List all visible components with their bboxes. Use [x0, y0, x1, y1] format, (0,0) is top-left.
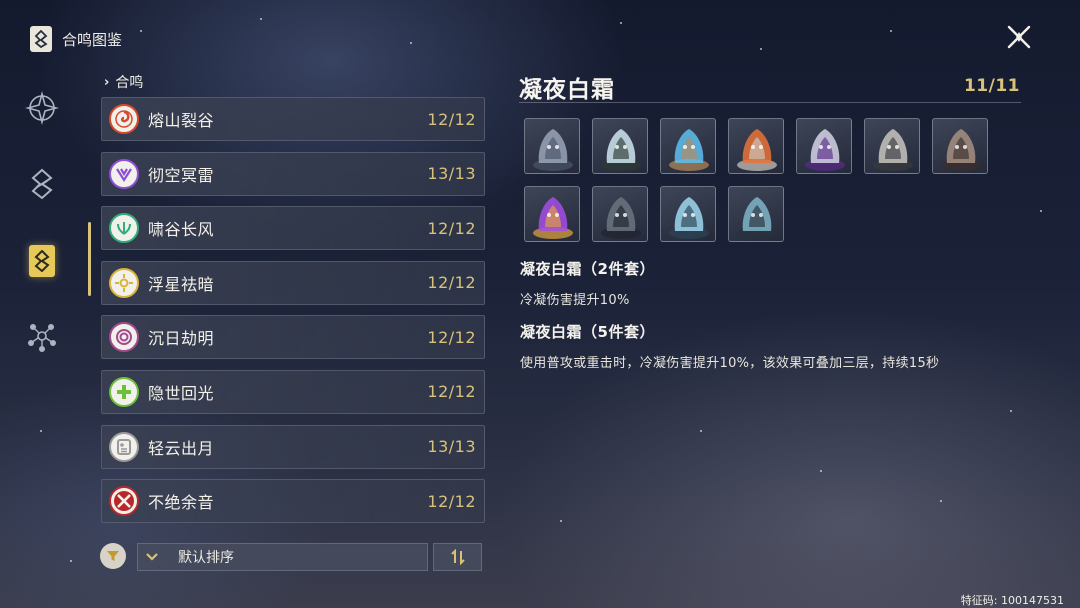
sort-select-label: 默认排序 [178, 550, 234, 566]
set-count: 12/12 [427, 218, 476, 238]
sort-select[interactable]: 默认排序 [137, 543, 428, 571]
effect-text: 使用普攻或重击时，冷凝伤害提升10%，该效果可叠加三层，持续15秒 [520, 356, 940, 371]
set-name: 啸谷长风 [148, 220, 215, 240]
horned-owl-echo-icon [941, 129, 981, 171]
frost-dragon-echo-icon [669, 197, 709, 239]
echo-slot[interactable] [728, 186, 784, 242]
echo-slot[interactable] [864, 118, 920, 174]
sonata-codex-icon [29, 245, 55, 277]
healing-cross-icon [109, 376, 139, 407]
set-count: 12/12 [427, 109, 476, 129]
armored-beast-echo-icon [873, 129, 913, 171]
hooded-blade-echo-icon [533, 129, 573, 171]
swirl-flame-icon [109, 104, 139, 134]
set-name: 轻云出月 [148, 438, 215, 458]
crossed-swords-icon [109, 486, 139, 517]
chevron-right-icon: › [104, 74, 110, 90]
nav-item-sets[interactable] [18, 160, 66, 208]
set-list-item[interactable]: 啸谷长风 12/12 [101, 206, 485, 251]
lightning-v-icon [109, 158, 139, 189]
set-count: 13/13 [427, 437, 476, 457]
set-count: 12/12 [427, 273, 476, 293]
echo-slot[interactable] [524, 118, 580, 174]
shadow-golem-echo-icon [601, 197, 641, 239]
set-effect-2pc: 凝夜白霜（2件套） 冷凝伤害提升10% [520, 258, 1040, 308]
echo-slot[interactable] [592, 118, 648, 174]
close-icon [1007, 25, 1031, 49]
sort-order-toggle[interactable] [433, 543, 482, 571]
player-uid: 特征码: 100147531 [960, 594, 1064, 607]
nav-item-sonata[interactable] [18, 237, 66, 285]
layered-sigil-icon [31, 168, 53, 200]
effect-heading: 凝夜白霜（5件套） [520, 323, 655, 341]
set-detail-count: 11/11 [963, 76, 1020, 96]
constellation-network-icon [28, 324, 56, 352]
cloud-moon-card-icon [109, 431, 139, 462]
set-effect-5pc: 凝夜白霜（5件套） 使用普攻或重击时，冷凝伤害提升10%，该效果可叠加三层，持续… [520, 321, 1040, 371]
set-name: 不绝余音 [148, 493, 215, 513]
chevron-down-icon [138, 544, 166, 570]
set-name: 隐世回光 [148, 383, 215, 403]
echo-slot[interactable] [728, 118, 784, 174]
wind-wing-icon [109, 213, 139, 244]
echo-slot[interactable] [592, 186, 648, 242]
set-name: 沉日劫明 [148, 329, 215, 349]
crystal-crab-echo-icon [669, 129, 709, 171]
effect-heading: 凝夜白霜（2件套） [520, 260, 655, 278]
nav-item-network[interactable] [18, 312, 66, 360]
page-title: 合鸣图鉴 [62, 31, 123, 49]
set-list-item[interactable]: 不绝余音 12/12 [101, 479, 485, 524]
eclipse-spiral-icon [109, 322, 139, 353]
nav-item-echoes[interactable] [18, 84, 66, 132]
echo-slot[interactable] [660, 118, 716, 174]
ember-crab-echo-icon [737, 129, 777, 171]
close-button[interactable] [1002, 20, 1036, 54]
violet-flower-echo-icon [533, 197, 573, 239]
compass-emblem-icon [25, 91, 59, 125]
set-name: 熔山裂谷 [148, 111, 215, 130]
sun-star-icon [109, 267, 139, 298]
set-list-item[interactable]: 沉日劫明 12/12 [101, 315, 485, 360]
set-count: 12/12 [427, 382, 476, 402]
set-name: 浮星祛暗 [148, 274, 215, 294]
set-list-item[interactable]: 浮星祛暗 12/12 [101, 260, 485, 305]
puffer-frog-echo-icon [601, 129, 641, 171]
filter-funnel-icon [107, 551, 119, 561]
set-list-item[interactable]: 轻云出月 13/13 [101, 424, 485, 469]
list-header: › 合鸣 [104, 72, 143, 92]
set-count: 12/12 [427, 491, 476, 511]
set-name: 彻空冥雷 [148, 165, 215, 185]
sonata-set-list: 熔山裂谷 12/12 彻空冥雷 13/13 啸谷长风 12/12 浮星祛暗 12… [101, 97, 485, 534]
set-list-item[interactable]: 熔山裂谷 12/12 [101, 97, 485, 141]
sort-order-icon [450, 549, 465, 565]
nav-active-indicator [88, 222, 91, 296]
set-count: 13/13 [427, 164, 476, 184]
echo-slot[interactable] [932, 118, 988, 174]
codex-logo-icon [30, 26, 52, 52]
list-header-label: 合鸣 [115, 75, 144, 91]
echo-slot[interactable] [524, 186, 580, 242]
set-count: 12/12 [427, 327, 476, 347]
frost-mech-echo-icon [737, 197, 777, 239]
filter-button[interactable] [100, 543, 126, 569]
echo-slot[interactable] [796, 118, 852, 174]
set-detail-title: 凝夜白霜 [519, 77, 615, 103]
void-knight-echo-icon [805, 129, 845, 171]
effect-text: 冷凝伤害提升10% [520, 293, 630, 308]
detail-divider [519, 102, 1021, 103]
set-list-item[interactable]: 隐世回光 12/12 [101, 369, 485, 414]
echo-slot[interactable] [660, 186, 716, 242]
set-list-item[interactable]: 彻空冥雷 13/13 [101, 151, 485, 196]
side-nav [18, 80, 68, 380]
